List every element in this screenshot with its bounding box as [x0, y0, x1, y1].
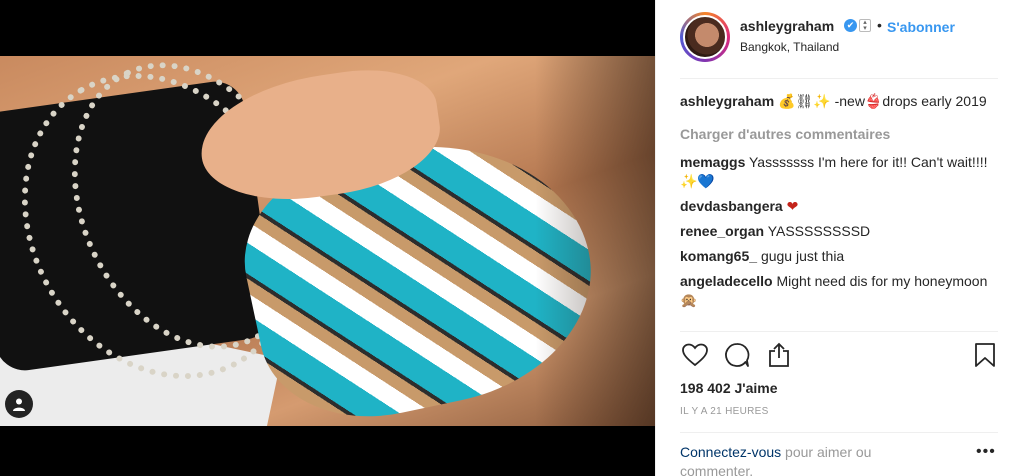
share-icon — [769, 342, 789, 367]
location-link[interactable]: Bangkok, Thailand — [740, 40, 839, 54]
load-more-comments-button[interactable]: Charger d'autres commentaires — [680, 125, 998, 144]
divider — [680, 331, 998, 332]
follow-button[interactable]: S'abonner — [887, 19, 955, 35]
post-media-pane — [0, 0, 655, 476]
comment-text: ❤ — [786, 198, 799, 214]
header-separator: • — [877, 17, 882, 33]
comments-list: ashleygraham 💰⛓✨ -new👙drops early 2019 C… — [680, 92, 998, 330]
avatar[interactable] — [683, 15, 727, 59]
comment-item: renee_organ YASSSSSSSSD — [680, 222, 998, 241]
likes-count[interactable]: 198 402 J'aime — [680, 380, 778, 396]
bookmark-icon — [975, 343, 995, 367]
comment-username[interactable]: memaggs — [680, 154, 745, 170]
post-photo[interactable] — [0, 56, 655, 426]
comment-item: devdasbangera ❤ — [680, 197, 998, 216]
story-ring[interactable] — [680, 12, 730, 62]
post-header: ashleygraham ✔ ▴ ▾ • S'abonner Bangkok, T… — [656, 0, 1014, 78]
share-button[interactable] — [764, 340, 794, 370]
post-caption: ashleygraham 💰⛓✨ -new👙drops early 2019 — [680, 92, 998, 111]
comment-item: komang65_ gugu just thia — [680, 247, 998, 266]
more-options-icon[interactable]: ••• — [976, 443, 996, 461]
divider — [680, 78, 998, 79]
post-actions — [680, 340, 998, 374]
like-button[interactable] — [680, 340, 710, 370]
comment-username[interactable]: devdasbangera — [680, 198, 783, 214]
post-sidebar: ashleygraham ✔ ▴ ▾ • S'abonner Bangkok, T… — [655, 0, 1014, 476]
photo-shadow — [535, 56, 655, 426]
login-prompt: Connectez-vous pour aimer ou commenter. — [680, 443, 930, 476]
sort-arrows-icon: ▴ ▾ — [859, 19, 871, 32]
comment-username[interactable]: komang65_ — [680, 248, 757, 264]
comment-text: gugu just thia — [760, 248, 845, 264]
comment-icon — [725, 343, 750, 367]
user-tag-icon[interactable] — [5, 390, 33, 418]
comment-item: memaggs Yasssssss I'm here for it!! Can'… — [680, 153, 998, 191]
comment-text: YASSSSSSSSD — [767, 223, 871, 239]
save-button[interactable] — [970, 340, 1000, 370]
heart-icon — [682, 343, 708, 367]
header-username[interactable]: ashleygraham — [740, 18, 834, 34]
comment-username[interactable]: angeladecello — [680, 273, 773, 289]
comment-username[interactable]: renee_organ — [680, 223, 764, 239]
post-timestamp[interactable]: IL Y A 21 HEURES — [680, 406, 769, 417]
comment-button[interactable] — [722, 340, 752, 370]
caption-text: 💰⛓✨ -new👙drops early 2019 — [778, 93, 987, 109]
divider — [680, 432, 998, 433]
caption-username[interactable]: ashleygraham — [680, 93, 774, 109]
comment-item: angeladecello Might need dis for my hone… — [680, 272, 998, 310]
verified-badge-icon: ✔ — [844, 19, 857, 32]
login-link[interactable]: Connectez-vous — [680, 444, 781, 460]
